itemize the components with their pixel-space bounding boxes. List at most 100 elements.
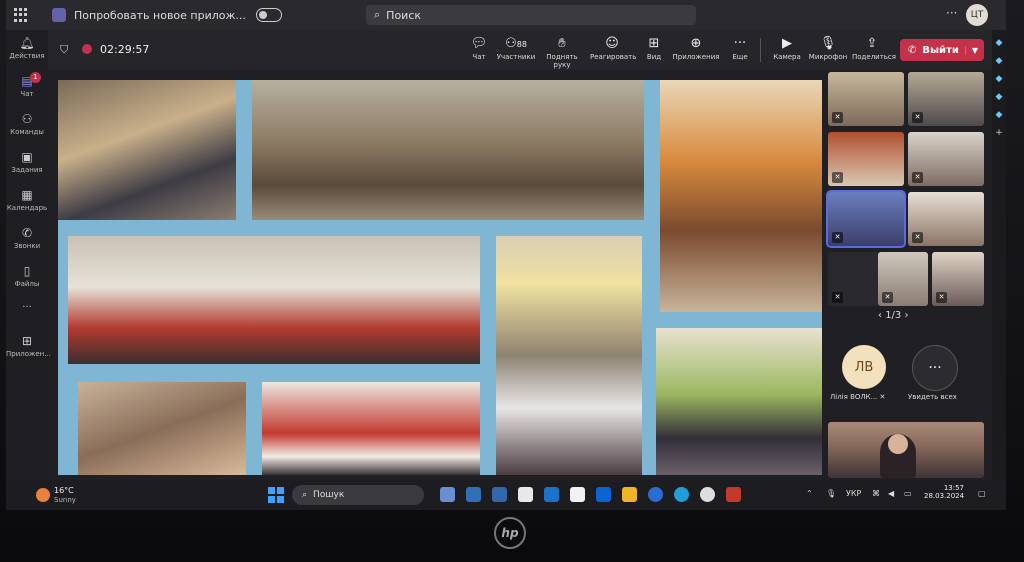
collage-photo-2 xyxy=(252,80,644,220)
view-button[interactable]: ⊞ Вид xyxy=(642,36,666,61)
keyboard-language[interactable]: УКР xyxy=(846,489,861,498)
microphone-button[interactable]: 🎙︎ Микрофон xyxy=(808,36,848,61)
participant-tile[interactable]: ✕ xyxy=(932,252,984,306)
collage-photo-8 xyxy=(262,382,480,475)
mic-off-icon: ✕ xyxy=(832,232,843,243)
toolbar-label: Поделиться xyxy=(852,53,896,61)
toolbar-label: Приложения xyxy=(672,53,720,61)
search-input[interactable]: ⌕ Поиск xyxy=(366,5,696,25)
participant-tile[interactable]: ✕ xyxy=(878,252,928,306)
share-button[interactable]: ⇪ Поделиться xyxy=(852,36,896,61)
rail-item-assignments[interactable]: ▣ Задания xyxy=(6,150,48,174)
rail-label: Звонки xyxy=(13,242,41,250)
participants-button[interactable]: ⚇88 Участники xyxy=(496,36,536,61)
collage-photo-3 xyxy=(660,80,822,312)
react-button[interactable]: ☺ Реагировать xyxy=(590,36,637,61)
windows-start-icon[interactable] xyxy=(268,487,284,503)
app-rail: 🔔︎ Действия ▤ 1 Чат ⚇ Команды ▣ Задания ▦ Кале… xyxy=(6,30,51,480)
mic-off-icon: ✕ xyxy=(832,292,843,303)
edge-app-icon[interactable]: ◆ xyxy=(992,110,1006,120)
chevron-down-icon[interactable]: ▼ xyxy=(964,45,984,55)
edge-app-icon[interactable]: ◆ xyxy=(992,74,1006,84)
amazon-icon[interactable] xyxy=(570,487,585,502)
mail-icon[interactable] xyxy=(544,487,559,502)
toolbar-label: Микрофон xyxy=(808,53,848,61)
edge-app-icon[interactable]: ◆ xyxy=(992,56,1006,66)
raise-hand-button[interactable]: ✋︎ Поднять руку xyxy=(538,36,586,69)
participant-tile[interactable]: ✕ xyxy=(828,72,904,126)
chat-icon: ▤ xyxy=(21,74,33,88)
powerpoint-icon[interactable] xyxy=(726,487,741,502)
rail-item-more[interactable]: ··· xyxy=(6,302,48,313)
volume-icon[interactable]: ◀︎ xyxy=(888,489,894,498)
mic-off-icon: ✕ xyxy=(832,172,843,183)
plus-icon[interactable]: + xyxy=(992,128,1006,138)
mic-off-icon: ✕ xyxy=(912,232,923,243)
weather-condition: Sunny xyxy=(54,496,76,504)
rail-item-chat[interactable]: ▤ 1 Чат xyxy=(6,72,48,98)
collage-photo-6 xyxy=(656,328,822,475)
taskbar-app-icon[interactable] xyxy=(492,487,507,502)
hand-icon: ✋︎ xyxy=(558,36,566,51)
chevron-right-icon[interactable]: › xyxy=(901,310,908,321)
taskbar-app-icon[interactable] xyxy=(648,487,663,502)
see-all-participants-button[interactable]: ··· xyxy=(912,345,958,391)
dropbox-icon[interactable] xyxy=(596,487,611,502)
rail-item-calendar[interactable]: ▦ Календарь xyxy=(6,188,48,212)
mic-icon: 🎙︎ xyxy=(819,36,837,51)
try-new-toggle[interactable] xyxy=(255,8,282,22)
camera-button[interactable]: ▶︎ Камера xyxy=(770,36,804,61)
mic-off-icon: ✕ xyxy=(912,172,923,183)
chevron-up-icon[interactable]: ⌃ xyxy=(806,489,813,498)
apps-button[interactable]: ⊕ Приложения xyxy=(672,36,720,61)
teams-icon: ⚇ xyxy=(21,112,33,126)
participants-pager[interactable]: ‹ 1/3 › xyxy=(878,310,908,321)
participant-avatar-initials[interactable]: ЛВ xyxy=(842,345,886,389)
edge-app-icon[interactable]: ◆ xyxy=(992,38,1006,48)
notifications-icon[interactable]: ▢ xyxy=(978,489,986,498)
leave-button[interactable]: ✆ Выйти ▼ xyxy=(900,39,984,61)
rail-item-files[interactable]: ▯ Файлы xyxy=(6,264,48,288)
network-icon[interactable]: ⌘ xyxy=(872,489,880,498)
teams-logo-icon xyxy=(52,8,66,22)
rail-label: Команды xyxy=(10,128,44,136)
taskbar-app-icon[interactable] xyxy=(518,487,533,502)
participant-name-text: Лілія ВОЛК... xyxy=(830,393,878,401)
edge-browser-icon[interactable] xyxy=(674,487,689,502)
rail-item-activity[interactable]: 🔔︎ Действия xyxy=(6,36,48,60)
share-icon: ⇪ xyxy=(866,36,878,51)
participant-tile[interactable]: ✕ xyxy=(908,72,984,126)
phone-icon: ✆ xyxy=(908,44,917,56)
rail-label: Чат xyxy=(20,90,34,98)
more-options-icon[interactable]: ··· xyxy=(946,6,957,20)
taskbar-clock[interactable]: 13:57 28.03.2024 xyxy=(924,484,964,500)
edge-app-icon[interactable]: ◆ xyxy=(992,92,1006,102)
search-icon: ⌕ xyxy=(302,490,308,500)
mic-icon[interactable]: 🎙︎ xyxy=(826,489,836,498)
battery-icon[interactable]: ▭ xyxy=(904,489,912,498)
app-launcher-icon[interactable] xyxy=(14,8,28,22)
taskbar-app-icon[interactable] xyxy=(466,487,481,502)
collage-photo-5 xyxy=(496,236,642,475)
rail-item-calls[interactable]: ✆ Звонки xyxy=(6,226,48,250)
see-all-label: Увидеть всех xyxy=(908,393,957,401)
chat-button[interactable]: 💬︎ Чат xyxy=(468,36,490,61)
meeting-toolbar: ⛉ 02:29:57 💬︎ Чат ⚇88 Участники ✋︎ Поднять … xyxy=(48,30,1006,70)
taskbar-search[interactable]: ⌕ Пошук xyxy=(292,485,424,505)
media-player-icon[interactable] xyxy=(700,487,715,502)
folder-icon[interactable] xyxy=(622,487,637,502)
participant-tile[interactable]: ✕ xyxy=(908,132,984,186)
rail-item-apps[interactable]: ⊞ Приложен... xyxy=(6,334,51,358)
participant-tile[interactable]: ✕ xyxy=(908,192,984,246)
taskbar-app-icon[interactable] xyxy=(440,487,455,502)
participant-tile[interactable]: ✕ xyxy=(828,132,904,186)
rail-item-teams[interactable]: ⚇ Команды xyxy=(6,112,48,136)
toolbar-label: Реагировать xyxy=(590,53,637,61)
rail-label: Календарь xyxy=(6,204,48,212)
participant-tile-active[interactable]: ✕ xyxy=(828,192,904,246)
user-avatar[interactable]: ЦТ xyxy=(966,4,988,26)
rail-label: Файлы xyxy=(14,280,40,288)
shield-icon: ⛉ xyxy=(60,43,69,56)
more-button[interactable]: ··· Еще xyxy=(728,36,752,61)
participant-tile-speaker[interactable] xyxy=(828,422,984,478)
